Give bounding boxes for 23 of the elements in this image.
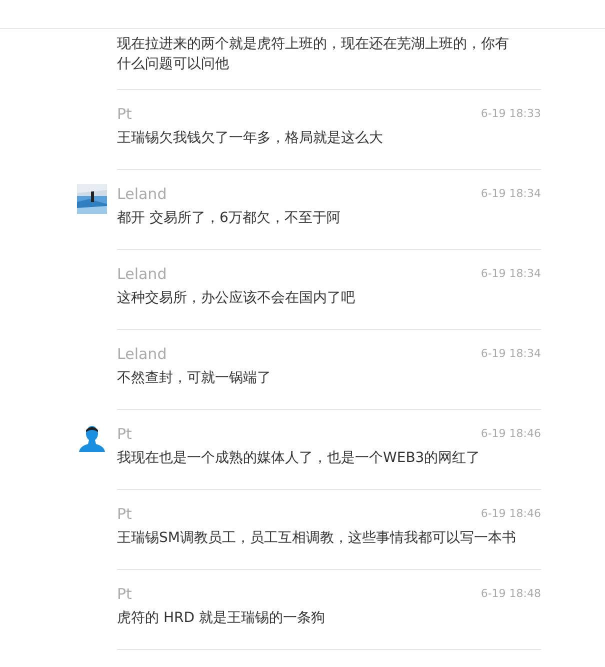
timestamp: 6-19 18:34	[480, 346, 541, 362]
timestamp: 6-19 18:46	[480, 426, 541, 442]
message-text: 都开 交易所了，6万都欠，不至于阿	[117, 209, 342, 228]
timestamp: 6-19 18:34	[480, 266, 541, 282]
sender-name: Pt	[117, 504, 132, 524]
sender-name: Leland	[117, 344, 167, 364]
sender-name: Pt	[117, 584, 132, 604]
message-text: 不然查封，可就一锅端了	[117, 369, 272, 388]
message-text: 王瑞锡SM调教员工，员工互相调教，这些事情我都可以写一本书	[117, 529, 517, 548]
sender-name: Leland	[117, 184, 167, 204]
timestamp: 6-19 18:46	[480, 506, 541, 522]
message-text: 这种交易所，办公应该不会在国内了吧	[117, 289, 356, 308]
timestamp: 6-19 18:48	[480, 586, 541, 602]
sender-name: Leland	[117, 264, 167, 284]
timestamp: 6-19 18:34	[480, 186, 541, 202]
message-text: 虎符的 HRD 就是王瑞锡的一条狗	[117, 609, 326, 628]
sender-name: Pt	[117, 424, 132, 444]
message-text: 王瑞锡欠我钱欠了一年多，格局就是这么大	[117, 129, 384, 148]
user-silhouette-icon	[77, 424, 107, 454]
message-text: 我现在也是一个成熟的媒体人了，也是一个WEB3的网红了	[117, 449, 482, 468]
timestamp: 6-19 18:33	[480, 106, 541, 122]
message-text: 现在拉进来的两个就是虎符上班的，现在还在芜湖上班的，你有什么问题可以问他	[117, 35, 510, 74]
sender-name: Pt	[117, 104, 132, 124]
